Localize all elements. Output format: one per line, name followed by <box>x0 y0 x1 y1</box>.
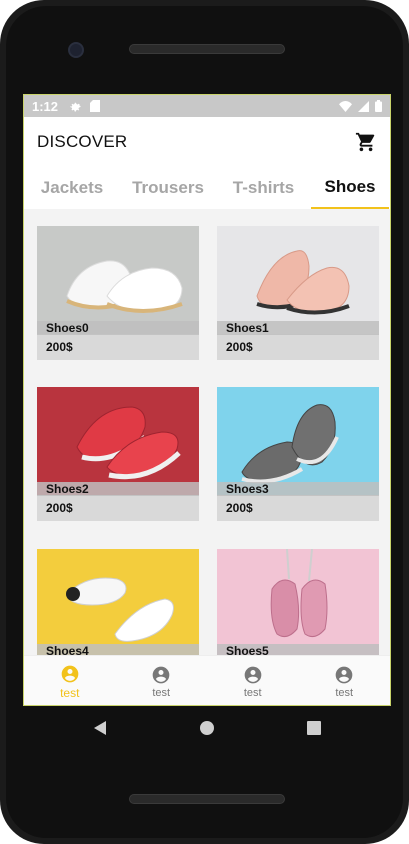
product-price: 200$ <box>226 501 253 515</box>
nav-label: test <box>60 685 80 700</box>
product-price: 200$ <box>46 501 73 515</box>
app-bar: DISCOVER <box>24 117 390 167</box>
product-name: Shoes4 <box>37 644 199 655</box>
product-card[interactable]: Shoes5 <box>217 549 379 655</box>
account-circle-icon <box>61 665 79 682</box>
recents-icon[interactable] <box>306 720 322 736</box>
signal-icon <box>358 100 369 112</box>
wifi-icon <box>339 100 352 112</box>
status-bar: 1:12 <box>24 95 390 117</box>
account-circle-icon <box>244 666 262 683</box>
product-image <box>37 549 199 655</box>
nav-item-test-3[interactable]: test <box>207 656 299 705</box>
product-grid: Shoes0 200$ Shoes1 200$ Shoes2 200$ Shoe… <box>24 209 390 655</box>
tab-trousers[interactable]: Trousers <box>120 167 216 209</box>
top-speaker <box>129 44 285 54</box>
product-price: 200$ <box>46 340 73 354</box>
product-name: Shoes1 <box>217 321 379 335</box>
product-card[interactable]: Shoes0 200$ <box>37 226 199 360</box>
product-image <box>217 387 379 495</box>
nav-item-test-4[interactable]: test <box>299 656 391 705</box>
nav-item-test-1[interactable]: test <box>24 656 116 705</box>
product-card[interactable]: Shoes2 200$ <box>37 387 199 521</box>
product-image <box>217 549 379 655</box>
account-circle-icon <box>335 666 353 683</box>
bottom-speaker <box>129 794 285 804</box>
product-name: Shoes2 <box>37 482 199 496</box>
product-card[interactable]: Shoes3 200$ <box>217 387 379 521</box>
product-image <box>37 387 199 495</box>
product-name: Shoes5 <box>217 644 379 655</box>
phone-frame: 1:12 DISCOVER Jackets Trousers T-shirts … <box>0 0 409 844</box>
tab-shoes[interactable]: Shoes <box>311 167 389 209</box>
status-time: 1:12 <box>32 98 59 114</box>
shopping-cart-icon[interactable] <box>355 131 377 153</box>
product-image <box>217 226 379 334</box>
battery-icon <box>375 100 382 112</box>
nav-label: test <box>335 686 354 699</box>
app-screen: 1:12 DISCOVER Jackets Trousers T-shirts … <box>23 94 391 706</box>
nav-item-test-2[interactable]: test <box>116 656 208 705</box>
nav-label: test <box>152 686 171 699</box>
back-icon[interactable] <box>92 720 108 736</box>
product-image <box>37 226 199 334</box>
system-navigation-bar <box>0 706 409 752</box>
sd-card-icon <box>90 100 101 112</box>
bottom-navigation: test test test test <box>24 655 391 705</box>
home-icon[interactable] <box>199 720 215 736</box>
product-card[interactable]: Shoes1 200$ <box>217 226 379 360</box>
tab-jackets[interactable]: Jackets <box>24 167 120 209</box>
product-name: Shoes0 <box>37 321 199 335</box>
product-name: Shoes3 <box>217 482 379 496</box>
category-tabs: Jackets Trousers T-shirts Shoes <box>24 167 390 209</box>
nav-label: test <box>243 686 262 699</box>
tab-tshirts[interactable]: T-shirts <box>216 167 311 209</box>
product-card[interactable]: Shoes4 <box>37 549 199 655</box>
page-title: DISCOVER <box>37 132 128 151</box>
product-price: 200$ <box>226 340 253 354</box>
settings-icon <box>70 102 81 112</box>
account-circle-icon <box>152 666 170 683</box>
front-camera <box>68 42 84 58</box>
